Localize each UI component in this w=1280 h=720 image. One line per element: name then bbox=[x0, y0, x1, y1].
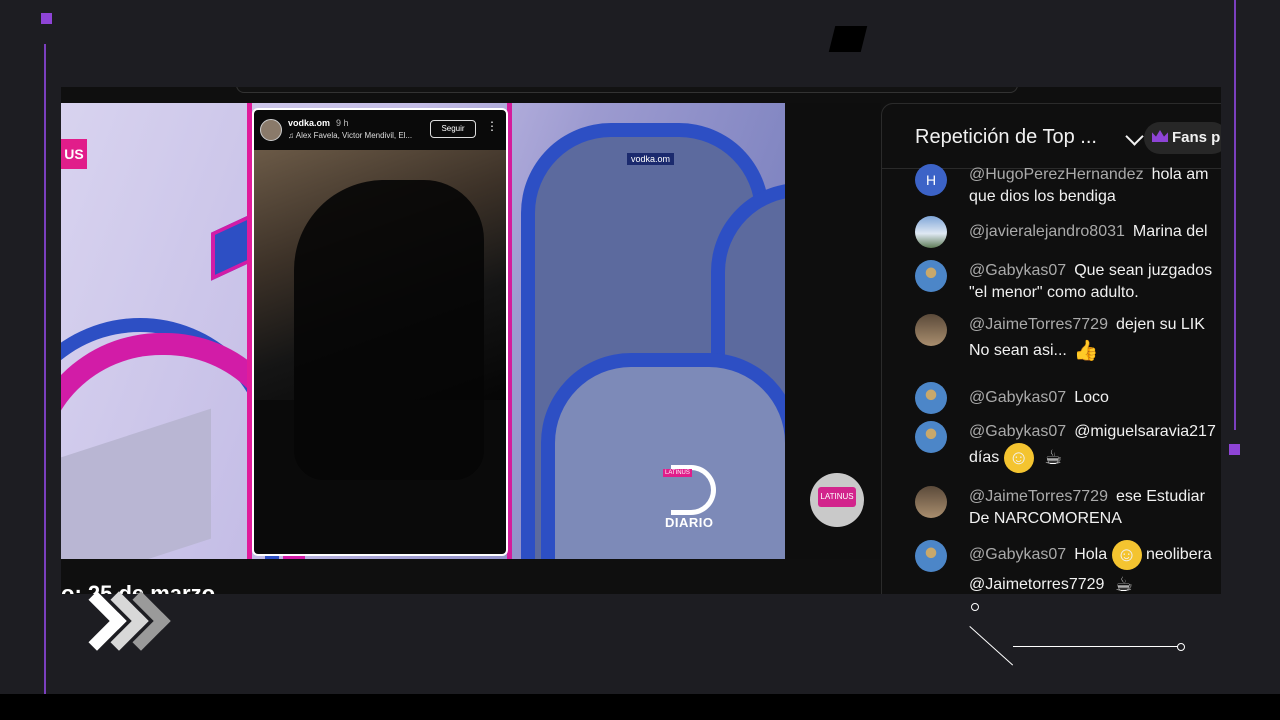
coffee-emoji-icon: ☕ bbox=[1114, 574, 1133, 594]
instagram-story: vodka.om 9 h ♫ Alex Favela, Victor Mendiv… bbox=[252, 108, 508, 556]
watermark-label: vodka.om bbox=[627, 153, 675, 165]
message-text-line2: "el menor" como adulto. bbox=[969, 284, 1139, 301]
message-author[interactable]: @Gabykas07 bbox=[969, 262, 1066, 279]
message-text: Hola bbox=[1074, 546, 1108, 564]
connector-dot-end bbox=[1177, 643, 1185, 651]
message-author[interactable]: @Gabykas07 bbox=[969, 546, 1066, 563]
coffee-emoji-icon: ☕ bbox=[1044, 447, 1063, 469]
message-body: @Gabykas07 Hola ☺ neolibera @Jaimetorres77… bbox=[969, 540, 1221, 594]
smile-emoji-icon: ☺ bbox=[1003, 443, 1034, 473]
connector-dot-start bbox=[971, 603, 979, 611]
message-author[interactable]: @javieralejandro8031 bbox=[969, 223, 1125, 240]
right-frame-line bbox=[1234, 0, 1236, 430]
message-text-line2: días bbox=[969, 449, 1000, 467]
channel-logo[interactable]: LATINUS bbox=[810, 473, 864, 527]
story-silhouette bbox=[294, 180, 484, 480]
avatar[interactable]: H bbox=[915, 164, 947, 196]
story-username: vodka.om bbox=[288, 118, 331, 128]
avatar[interactable] bbox=[915, 260, 947, 292]
avatar[interactable] bbox=[915, 216, 947, 248]
avatar[interactable] bbox=[915, 486, 947, 518]
message-body: @JaimeTorres7729 dejen su LIK No sean asi.… bbox=[969, 314, 1221, 366]
avatar[interactable] bbox=[915, 540, 947, 572]
follow-button[interactable]: Seguir bbox=[430, 120, 476, 138]
message-text: ese Estudiar bbox=[1115, 488, 1205, 505]
message-text-after: neolibera bbox=[1146, 546, 1212, 564]
message-body: @Gabykas07 Que sean juzgados "el menor" co… bbox=[969, 260, 1221, 304]
corner-square-top-left bbox=[41, 13, 52, 24]
thumbs-up-emoji-icon: 👍 bbox=[1073, 340, 1099, 362]
screenshot-window: US vodka.om 9 h ♫ Alex Favela, Victor Men… bbox=[61, 87, 1221, 594]
corner-square-right bbox=[1229, 444, 1240, 455]
chat-mode-title[interactable]: Repetición de Top ... bbox=[915, 126, 1097, 149]
message-text-line2: que dios los bendiga bbox=[969, 188, 1116, 205]
message-text-line2: De NARCOMORENA bbox=[969, 510, 1122, 527]
message-author[interactable]: @JaimeTorres7729 bbox=[969, 316, 1108, 333]
story-user: vodka.om 9 h bbox=[288, 118, 349, 128]
us-tag: US bbox=[61, 139, 87, 169]
fans-button[interactable]: Fans p bbox=[1144, 122, 1221, 154]
decorative-parallelogram bbox=[828, 26, 868, 52]
video-title-text: o: 25 de marzo bbox=[61, 581, 216, 594]
connector-line-horizontal bbox=[1013, 646, 1179, 647]
message-text-line2: No sean asi... bbox=[969, 342, 1067, 360]
latinus-diario-logo: LATINUS DIARIO bbox=[663, 465, 725, 535]
chat-header: Repetición de Top ... Fans p bbox=[882, 104, 1221, 169]
message-text: Que sean juzgados bbox=[1074, 262, 1213, 279]
fans-label: Fans p bbox=[1172, 129, 1221, 146]
avatar[interactable] bbox=[915, 421, 947, 453]
message-body: @Gabykas07 @miguelsaravia217 días ☺ ☕ bbox=[969, 421, 1221, 473]
message-author[interactable]: @JaimeTorres7729 bbox=[969, 488, 1108, 505]
search-bar[interactable] bbox=[236, 87, 1018, 93]
bottom-black-bar bbox=[0, 694, 1280, 720]
chevron-arrows-icon bbox=[67, 591, 176, 662]
diario-text: DIARIO bbox=[665, 515, 714, 530]
channel-logo-text: LATINUS bbox=[818, 487, 856, 507]
diario-badge: LATINUS bbox=[663, 469, 692, 477]
story-avatar bbox=[260, 119, 282, 141]
message-author[interactable]: @Gabykas07 bbox=[969, 423, 1066, 440]
message-body: @JaimeTorres7729 ese Estudiar De NARCOMORE… bbox=[969, 486, 1221, 530]
message-text-line2: @Jaimetorres7729 bbox=[969, 576, 1105, 594]
message-text: dejen su LIK bbox=[1115, 316, 1205, 333]
message-text: @miguelsaravia217 bbox=[1074, 423, 1216, 440]
message-body: @Gabykas07 Loco bbox=[969, 387, 1221, 409]
story-time: 9 h bbox=[336, 118, 349, 128]
message-text: Marina del bbox=[1132, 223, 1208, 240]
connector-line-diagonal bbox=[969, 626, 1014, 666]
message-body: @javieralejandro8031 Marina del bbox=[969, 221, 1221, 243]
message-body: @HugoPerezHernandez hola am que dios los b… bbox=[969, 164, 1221, 208]
message-text: Loco bbox=[1074, 389, 1109, 406]
story-music: ♫ Alex Favela, Victor Mendivil, El... bbox=[288, 131, 413, 140]
chevron-down-icon[interactable] bbox=[1125, 127, 1144, 146]
video-player[interactable]: US vodka.om 9 h ♫ Alex Favela, Victor Men… bbox=[61, 103, 785, 559]
avatar[interactable] bbox=[915, 314, 947, 346]
message-author[interactable]: @Gabykas07 bbox=[969, 389, 1066, 406]
message-text: hola am bbox=[1151, 166, 1209, 183]
left-frame-line bbox=[44, 44, 46, 694]
top-strip bbox=[61, 87, 1221, 103]
live-chat-panel: Repetición de Top ... Fans p H @HugoPere… bbox=[881, 103, 1221, 594]
crown-icon bbox=[1152, 130, 1168, 142]
smile-emoji-icon: ☺ bbox=[1111, 540, 1142, 570]
more-vertical-icon[interactable]: ⋮ bbox=[486, 119, 498, 133]
message-author[interactable]: @HugoPerezHernandez bbox=[969, 166, 1144, 183]
avatar[interactable] bbox=[915, 382, 947, 414]
